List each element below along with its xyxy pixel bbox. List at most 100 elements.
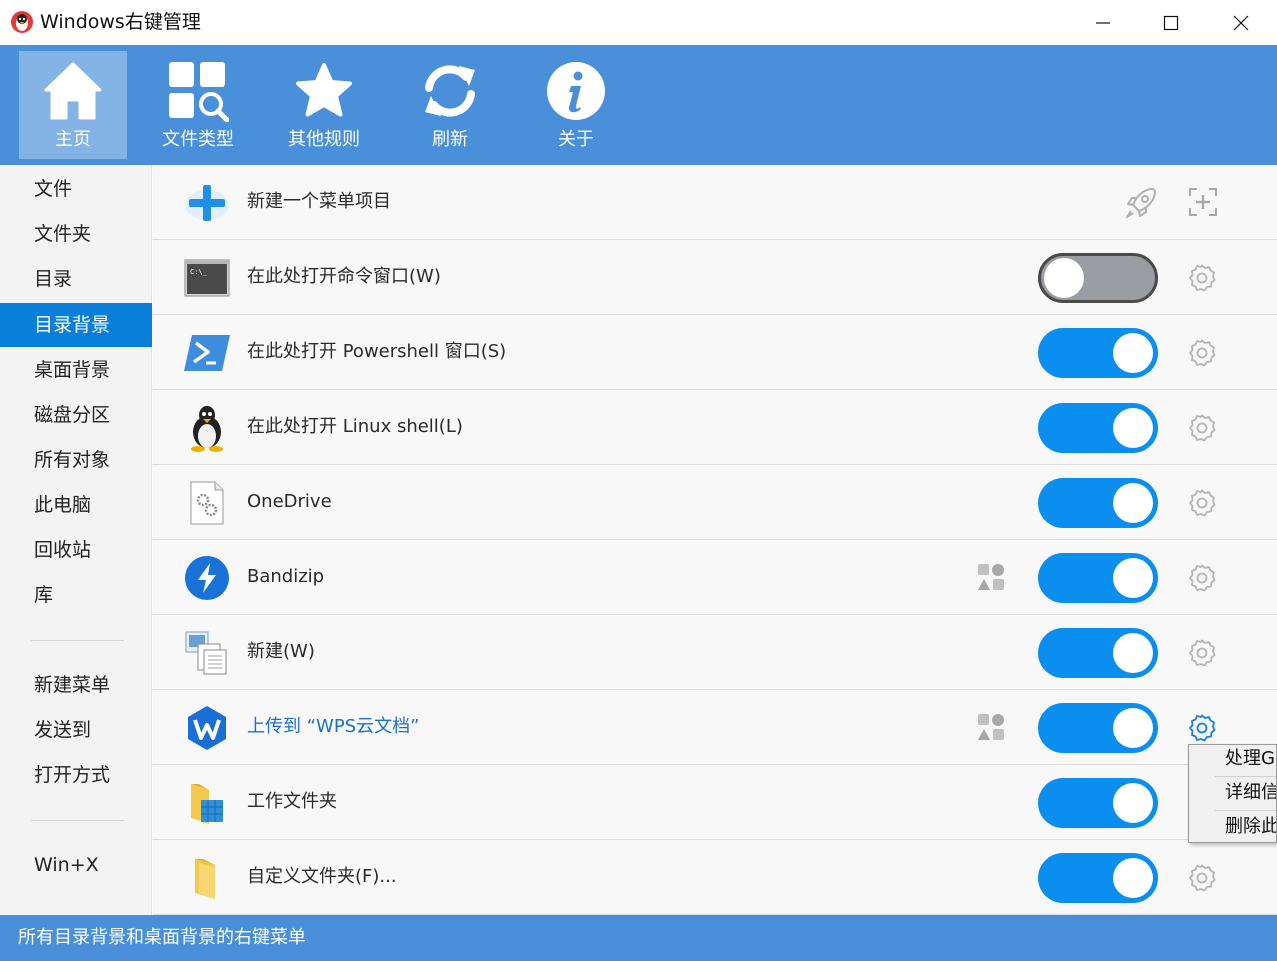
add-new-item-icon[interactable] <box>1187 186 1219 218</box>
item-label: Bandizip <box>247 566 325 587</box>
tab-about[interactable]: 关于 <box>522 51 630 159</box>
home-icon <box>41 59 105 123</box>
rocket-icon[interactable] <box>1123 185 1159 221</box>
gear-icon[interactable] <box>1187 488 1217 518</box>
linux-penguin-icon <box>183 404 231 452</box>
toggle-knob <box>1113 483 1153 523</box>
powershell-icon <box>183 329 231 377</box>
enable-toggle[interactable] <box>1038 703 1158 753</box>
enable-toggle[interactable] <box>1038 778 1158 828</box>
list-item[interactable]: Bandizip <box>153 540 1277 615</box>
tab-about-label: 关于 <box>558 129 594 150</box>
settings-file-icon <box>183 479 231 527</box>
toggle-knob <box>1113 558 1153 598</box>
title-bar: Windows右键管理 <box>0 0 1277 45</box>
tab-home-label: 主页 <box>55 129 91 150</box>
new-item-label: 新建一个菜单项目 <box>247 191 391 212</box>
enable-toggle[interactable] <box>1038 328 1158 378</box>
list-item[interactable]: 新建(W) <box>153 615 1277 690</box>
new-documents-icon <box>183 629 231 677</box>
bandizip-icon <box>183 554 231 602</box>
context-menu: 处理GUID 详细信息 删除此项 <box>1188 744 1277 843</box>
sidebar-item-desktop-background[interactable]: 桌面背景 <box>0 348 152 392</box>
enable-toggle[interactable] <box>1038 478 1158 528</box>
gear-icon[interactable] <box>1187 713 1217 743</box>
tab-other-rules-label: 其他规则 <box>288 129 360 150</box>
sidebar-item-file[interactable]: 文件 <box>0 167 152 211</box>
sidebar-item-disk-partition[interactable]: 磁盘分区 <box>0 393 152 437</box>
gear-icon[interactable] <box>1187 413 1217 443</box>
list-item[interactable]: 在此处打开 Linux shell(L) <box>153 390 1277 465</box>
context-menu-item-delete[interactable]: 删除此项 <box>1225 816 1276 838</box>
enable-toggle[interactable] <box>1038 553 1158 603</box>
enable-toggle[interactable] <box>1038 403 1158 453</box>
sidebar-item-new-menu[interactable]: 新建菜单 <box>0 663 152 707</box>
gear-icon[interactable] <box>1187 638 1217 668</box>
sidebar-item-this-pc[interactable]: 此电脑 <box>0 483 152 527</box>
list-item[interactable]: C:\_ 在此处打开命令窗口(W) <box>153 240 1277 315</box>
status-text: 所有目录背景和桌面背景的右键菜单 <box>18 927 306 948</box>
sidebar-divider <box>31 640 124 641</box>
menu-item-list: 新建一个菜单项目 C:\_ 在此处打开命令窗口(W) 在此处打开 Powersh… <box>153 165 1277 915</box>
tab-refresh[interactable]: 刷新 <box>396 51 504 159</box>
sidebar: 文件 文件夹 目录 目录背景 桌面背景 磁盘分区 所有对象 此电脑 回收站 库 … <box>0 165 152 915</box>
status-bar: 所有目录背景和桌面背景的右键菜单 <box>0 915 1277 961</box>
star-icon <box>292 59 356 123</box>
sidebar-item-folder[interactable]: 文件夹 <box>0 212 152 256</box>
toggle-knob <box>1113 708 1153 748</box>
cmd-icon: C:\_ <box>183 254 231 302</box>
item-label: 工作文件夹 <box>247 791 337 812</box>
sidebar-item-open-with[interactable]: 打开方式 <box>0 753 152 797</box>
enable-toggle[interactable] <box>1038 253 1158 303</box>
svg-text:C:\_: C:\_ <box>190 268 208 276</box>
item-label: 新建(W) <box>247 641 315 662</box>
gear-icon[interactable] <box>1187 863 1217 893</box>
tab-other-rules[interactable]: 其他规则 <box>270 51 378 159</box>
add-icon <box>183 179 231 227</box>
sidebar-item-directory-background[interactable]: 目录背景 <box>0 303 152 347</box>
toggle-knob <box>1113 783 1153 823</box>
list-item[interactable]: 工作文件夹 <box>153 765 1277 840</box>
enable-toggle[interactable] <box>1038 628 1158 678</box>
tab-file-types-label: 文件类型 <box>162 129 234 150</box>
toggle-knob <box>1113 858 1153 898</box>
refresh-icon <box>418 59 482 123</box>
sidebar-item-recycle-bin[interactable]: 回收站 <box>0 528 152 572</box>
sidebar-item-send-to[interactable]: 发送到 <box>0 708 152 752</box>
item-label: 在此处打开 Linux shell(L) <box>247 416 463 437</box>
enable-toggle[interactable] <box>1038 853 1158 903</box>
list-item[interactable]: 上传到 “WPS云文档” <box>153 690 1277 765</box>
main-toolbar: 主页 文件类型 其他规则 刷新 关于 <box>0 45 1277 165</box>
item-label: 在此处打开命令窗口(W) <box>247 266 441 287</box>
gear-icon[interactable] <box>1187 563 1217 593</box>
sidebar-item-win-x[interactable]: Win+X <box>0 843 152 887</box>
sidebar-item-all-objects[interactable]: 所有对象 <box>0 438 152 482</box>
app-icon <box>10 10 34 34</box>
new-item-row[interactable]: 新建一个菜单项目 <box>153 165 1277 240</box>
shapes-icon[interactable] <box>976 562 1006 592</box>
item-label: 在此处打开 Powershell 窗口(S) <box>247 341 507 362</box>
tab-home[interactable]: 主页 <box>19 51 127 159</box>
work-folder-icon <box>183 779 231 827</box>
context-menu-item-guid[interactable]: 处理GUID <box>1225 748 1276 770</box>
toggle-knob <box>1113 633 1153 673</box>
tab-refresh-label: 刷新 <box>432 129 468 150</box>
toggle-knob <box>1113 333 1153 373</box>
sidebar-item-directory[interactable]: 目录 <box>0 257 152 301</box>
wps-icon <box>183 704 231 752</box>
minimize-button[interactable] <box>1068 0 1138 45</box>
window-title: Windows右键管理 <box>40 11 201 33</box>
list-item[interactable]: OneDrive <box>153 465 1277 540</box>
maximize-button[interactable] <box>1136 0 1206 45</box>
list-item[interactable]: 在此处打开 Powershell 窗口(S) <box>153 315 1277 390</box>
sidebar-item-library[interactable]: 库 <box>0 573 152 617</box>
item-label: 上传到 “WPS云文档” <box>247 716 420 737</box>
gear-icon[interactable] <box>1187 263 1217 293</box>
close-button[interactable] <box>1206 0 1276 45</box>
list-item[interactable]: 自定义文件夹(F)... <box>153 840 1277 915</box>
gear-icon[interactable] <box>1187 338 1217 368</box>
context-menu-item-details[interactable]: 详细信息 <box>1225 782 1276 804</box>
shapes-icon[interactable] <box>976 712 1006 742</box>
file-types-icon <box>166 59 230 123</box>
tab-file-types[interactable]: 文件类型 <box>144 51 252 159</box>
